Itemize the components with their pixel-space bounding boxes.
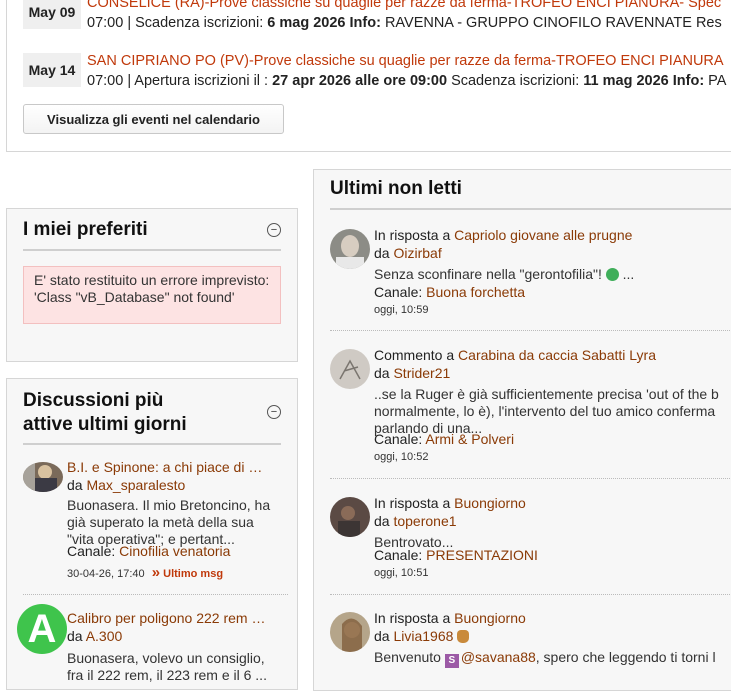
avatar[interactable] [23,462,63,492]
favorites-title: I miei preferiti [23,219,148,240]
last-post-link[interactable]: » Ultimo msg [152,564,223,581]
event-date: May 09 [23,0,81,29]
emoji-icon [605,268,619,281]
post-channel: Canale: Armi & Polveri [374,431,515,447]
post-date: oggi, 10:52 [374,451,429,463]
post-item: In risposta a Buongiorno da Livia1968 Be… [330,610,731,680]
post-channel: Canale: Buona forchetta [374,284,526,300]
event-date: May 14 [23,53,81,87]
view-calendar-button[interactable]: Visualizza gli eventi nel calendario [23,104,284,134]
avatar[interactable] [330,497,370,537]
post-date: oggi, 10:51 [374,567,429,579]
thread-date: 30-04-26, 17:40 » Ultimo msg [67,564,224,581]
event-title-link[interactable]: SAN CIPRIANO PO (PV)-Prove classiche su … [87,53,724,69]
event-meta: 07:00 | Scadenza iscrizioni: 6 mag 2026 … [87,15,722,31]
mention-link[interactable]: @savana88 [461,649,536,665]
thread-snippet: Buonasera. Il mio Bretoncino, ha già sup… [67,497,271,547]
collapse-icon[interactable]: − [267,405,281,419]
thread-link[interactable]: Carabina da caccia Sabatti Lyra [458,347,656,363]
divider [23,249,281,251]
post-item: Commento a Carabina da caccia Sabatti Ly… [330,347,731,463]
author-link[interactable]: Strider21 [393,365,450,381]
separator [330,478,731,479]
divider [330,208,731,210]
event-title-link[interactable]: CONSELICE (RA)-Prove classiche su quagli… [87,0,721,11]
thread-author: da A.300 [67,628,123,644]
separator [23,594,288,595]
post-channel: Canale: PRESENTAZIONI [374,547,538,563]
separator [330,594,731,595]
post-item: In risposta a Capriolo giovane alle prug… [330,227,731,317]
author-link[interactable]: toperone1 [393,513,456,529]
author-link[interactable]: A.300 [86,628,123,644]
avatar[interactable] [330,349,370,389]
thread-channel: Canale: Cinofilia venatoria [67,543,231,559]
channel-link[interactable]: PRESENTAZIONI [426,547,538,563]
author-link[interactable]: Livia1968 [393,628,453,644]
divider [23,443,281,445]
thread-title-link[interactable]: B.I. e Spinone: a chi piace di … [67,459,281,477]
favorites-widget: I miei preferiti − E' stato restituito u… [6,208,298,362]
collapse-icon[interactable]: − [267,223,281,237]
avatar[interactable] [330,612,370,652]
user-badge-icon: S [444,654,459,668]
thread-link[interactable]: Capriolo giovane alle prugne [454,227,632,243]
thread-snippet: Buonasera, volevo un consiglio, fra il 2… [67,650,267,683]
post-item: In risposta a Buongiorno da toperone1 Be… [330,495,731,585]
avatar[interactable] [330,229,370,269]
active-title: Discussioni più attive ultimi giorni [23,390,187,435]
thread-link[interactable]: Buongiorno [454,495,526,511]
unread-title: Ultimi non letti [330,178,462,199]
thread-link[interactable]: Buongiorno [454,610,526,626]
events-widget: May 09 CONSELICE (RA)-Prove classiche su… [6,0,731,152]
double-chevron-icon: » [151,564,161,581]
accessibility-icon[interactable]: A [17,604,67,654]
channel-link[interactable]: Buona forchetta [426,284,525,300]
post-body: Benvenuto S @savana88, spero che leggendo… [374,649,716,668]
post-body: ..se la Ruger è già sufficientemente pre… [374,386,719,436]
author-link[interactable]: Oizirbaf [393,245,441,261]
post-date: oggi, 10:59 [374,304,429,316]
thread-item: B.I. e Spinone: a chi piace di … da Max_… [23,459,281,581]
unread-widget: Ultimi non letti In risposta a Capriolo … [313,169,731,691]
thread-title-link[interactable]: Calibro per poligono 222 rem … [67,610,281,628]
channel-link[interactable]: Armi & Polveri [425,431,514,447]
post-body: Senza sconfinare nella "gerontofilia"! .… [374,266,635,282]
thread-author: da Max_sparalesto [67,477,186,493]
owl-icon [457,630,470,643]
channel-link[interactable]: Cinofilia venatoria [119,543,230,559]
author-link[interactable]: Max_sparalesto [86,477,185,493]
separator [330,330,731,331]
event-meta: 07:00 | Apertura iscrizioni il : 27 apr … [87,73,727,89]
error-message: E' stato restituito un errore imprevisto… [23,266,281,324]
